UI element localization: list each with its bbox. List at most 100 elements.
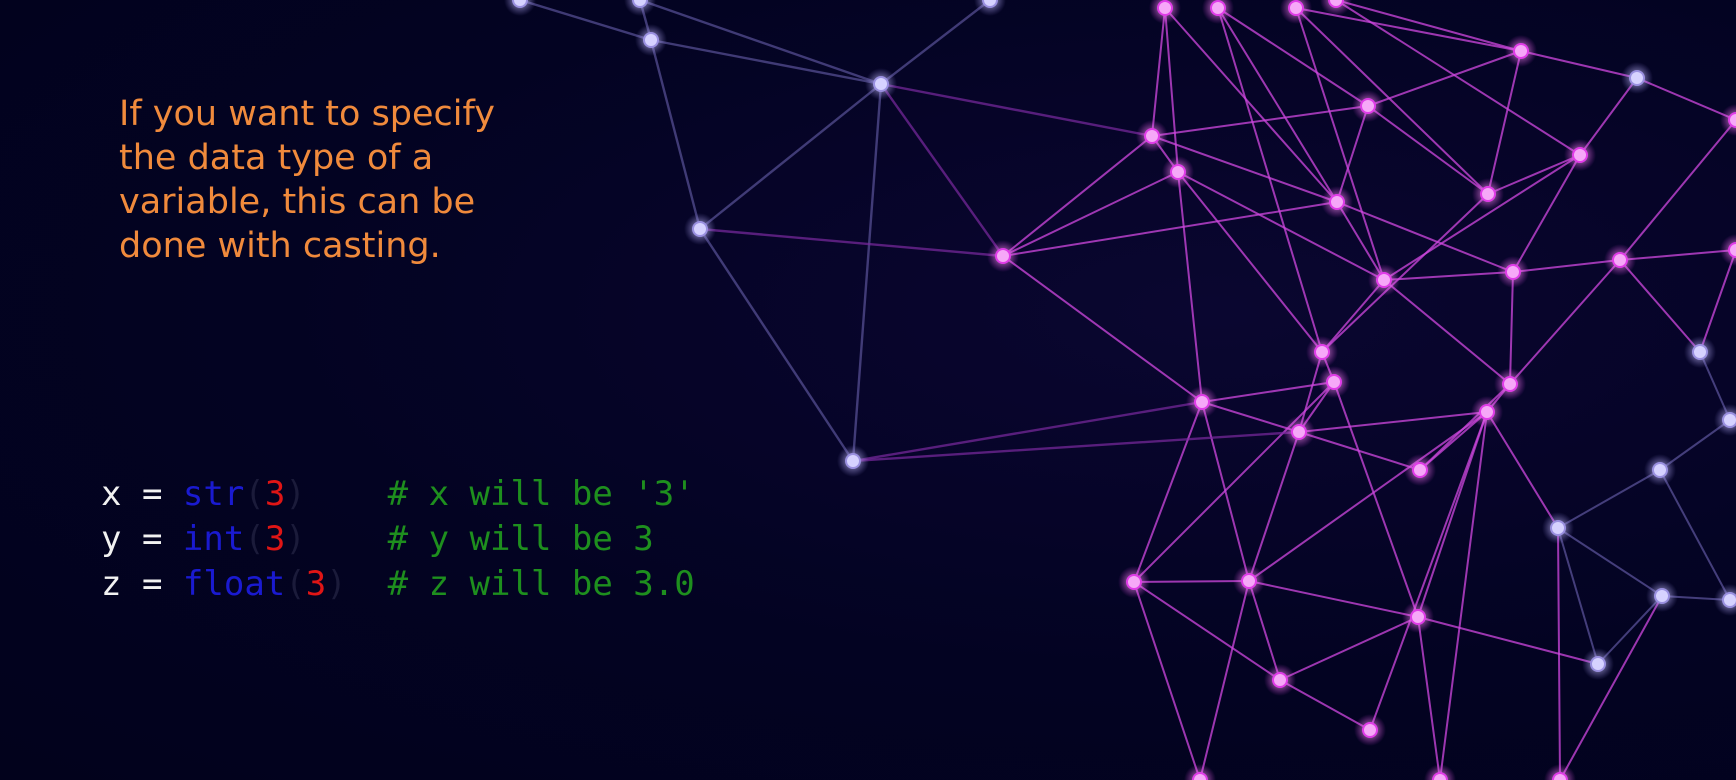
code-assign: = (121, 564, 183, 604)
network-node (1432, 772, 1448, 780)
network-edge (1512, 154, 1581, 273)
code-paren-open: ( (244, 519, 265, 559)
network-edge (879, 0, 992, 86)
network-node (1328, 0, 1344, 8)
code-padding (306, 474, 388, 514)
code-paren-open: ( (285, 564, 306, 604)
network-edge (1295, 7, 1385, 281)
network-node (1728, 112, 1736, 128)
network-edge (1164, 7, 1179, 173)
network-node (1360, 98, 1376, 114)
network-node (1314, 344, 1330, 360)
code-builtin: str (182, 474, 245, 514)
network-node (512, 0, 528, 8)
network-edge (649, 38, 883, 86)
network-edge (1383, 279, 1511, 385)
network-edge (1487, 50, 1522, 195)
code-paren-close: ) (326, 564, 347, 604)
network-node (1329, 194, 1345, 210)
network-node (1362, 722, 1378, 738)
code-comment: # z will be 3.0 (387, 564, 695, 604)
network-edge (1520, 50, 1638, 79)
network-edge (1619, 259, 1701, 353)
network-node (1612, 252, 1628, 268)
code-number: 3 (264, 519, 286, 559)
network-edge (1636, 77, 1736, 121)
network-node (982, 0, 998, 8)
network-node (1722, 412, 1736, 428)
network-edge (649, 38, 702, 231)
network-node (1550, 520, 1566, 536)
network-node (692, 221, 708, 237)
network-edge (1133, 581, 1201, 780)
network-edge (1002, 255, 1203, 403)
network-node (1288, 0, 1304, 16)
network-edge (1248, 580, 1419, 618)
network-edge (1659, 469, 1731, 601)
code-line: x = str(3) # x will be '3' (101, 472, 695, 517)
network-node (1502, 376, 1518, 392)
network-edge (1217, 7, 1323, 353)
network-node (632, 0, 648, 8)
network-edge (1279, 616, 1419, 681)
network-node (1326, 374, 1342, 390)
network-edge (1133, 401, 1203, 583)
network-edge (1177, 171, 1323, 353)
network-node (643, 32, 659, 48)
code-builtin: int (182, 519, 245, 559)
network-edge (879, 82, 1154, 138)
network-edge (1486, 411, 1559, 529)
network-node (1590, 656, 1606, 672)
network-edge (1335, 0, 1522, 52)
network-edge (1619, 119, 1736, 261)
network-node (1480, 186, 1496, 202)
network-node (1157, 0, 1173, 16)
network-edge (1177, 171, 1203, 403)
code-paren-open: ( (244, 474, 265, 514)
code-padding (306, 519, 388, 559)
code-comment: # y will be 3 (387, 519, 654, 559)
network-edge (1367, 105, 1489, 195)
code-builtin: float (182, 564, 286, 604)
network-edges (518, 0, 1736, 780)
network-node (1728, 242, 1736, 258)
network-node (1210, 0, 1226, 16)
code-number: 3 (305, 564, 327, 604)
network-node (1126, 574, 1142, 590)
network-node (1652, 462, 1668, 478)
network-edge (1217, 7, 1338, 203)
network-edge (1151, 7, 1166, 137)
code-variable: y (101, 519, 122, 559)
network-edge (1439, 411, 1488, 780)
network-node (1410, 609, 1426, 625)
network-edge (1133, 581, 1281, 681)
network-edge (1557, 469, 1661, 529)
network-node (1272, 672, 1288, 688)
network-node (1192, 772, 1208, 780)
network-node (1170, 164, 1186, 180)
network-edge (1557, 527, 1599, 665)
network-edge (1699, 249, 1736, 353)
code-line: y = int(3) # y will be 3 (101, 517, 695, 562)
network-edge (1559, 595, 1663, 780)
intro-text: If you want to specify the data type of … (119, 94, 495, 266)
network-node (1654, 588, 1670, 604)
network-edge (698, 82, 883, 231)
code-block: x = str(3) # x will be '3' y = int(3) # … (101, 472, 695, 607)
network-nodes (504, 0, 1736, 780)
network-node (1552, 772, 1568, 780)
network-edge (1336, 201, 1514, 273)
code-variable: x (101, 474, 122, 514)
network-edge (1199, 580, 1250, 780)
network-node (845, 453, 861, 469)
code-paren-close: ) (285, 474, 306, 514)
network-node (1629, 70, 1645, 86)
code-variable: z (101, 564, 122, 604)
network-edge (1177, 171, 1385, 281)
network-edge (1417, 616, 1599, 665)
code-assign: = (121, 474, 183, 514)
code-padding (347, 564, 388, 604)
network-node (873, 76, 889, 92)
network-node (1513, 43, 1529, 59)
network-edge (851, 82, 883, 463)
